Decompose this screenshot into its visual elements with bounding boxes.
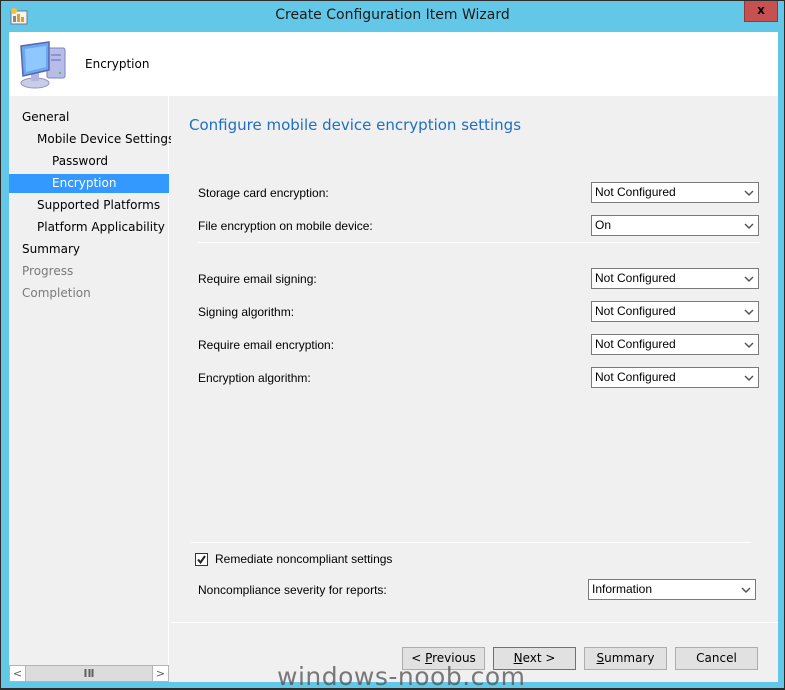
nav-item-general[interactable]: General xyxy=(9,108,169,127)
require-email-signing-label: Require email signing: xyxy=(198,272,317,286)
encryption-algorithm-label: Encryption algorithm: xyxy=(198,371,311,385)
chevron-down-icon xyxy=(741,587,751,594)
encryption-algorithm-select[interactable]: Not Configured xyxy=(591,367,759,388)
require-email-signing-select[interactable]: Not Configured xyxy=(591,268,759,289)
file-encryption-select[interactable]: On xyxy=(591,215,759,236)
select-value: Not Configured xyxy=(595,370,676,384)
signing-algorithm-select[interactable]: Not Configured xyxy=(591,301,759,322)
nav-item-encryption[interactable]: Encryption xyxy=(9,174,169,193)
select-value: Not Configured xyxy=(595,185,676,199)
wizard-header: Encryption xyxy=(9,32,778,96)
nav-item-mobile-device-settings[interactable]: Mobile Device Settings xyxy=(9,130,174,149)
severity-select[interactable]: Information xyxy=(588,579,756,600)
section-divider xyxy=(198,242,760,243)
wizard-nav: General Mobile Device Settings Password … xyxy=(9,96,174,682)
remediate-label[interactable]: Remediate noncompliant settings xyxy=(215,552,392,566)
scroll-right-icon[interactable]: > xyxy=(152,666,168,681)
chevron-down-icon xyxy=(744,190,754,197)
select-value: Not Configured xyxy=(595,271,676,285)
nav-horizontal-scrollbar[interactable]: < > xyxy=(9,665,169,682)
next-rest: ext > xyxy=(522,651,556,665)
nav-item-platform-applicability[interactable]: Platform Applicability xyxy=(9,218,169,237)
close-button[interactable]: x xyxy=(744,1,778,22)
chevron-down-icon xyxy=(744,309,754,316)
remediation-divider xyxy=(191,542,751,543)
footer-divider xyxy=(171,622,778,623)
require-email-encryption-label: Require email encryption: xyxy=(198,338,335,352)
summary-accel: S xyxy=(596,651,605,665)
summary-rest: ummary xyxy=(604,651,655,665)
step-title: Encryption xyxy=(85,57,150,71)
remediate-checkbox[interactable] xyxy=(195,553,208,566)
select-value: Information xyxy=(592,582,653,596)
select-value: Not Configured xyxy=(595,304,676,318)
signing-algorithm-label: Signing algorithm: xyxy=(198,305,295,319)
file-encryption-label: File encryption on mobile device: xyxy=(198,219,373,233)
chevron-down-icon xyxy=(744,223,754,230)
watermark: windows-noob.com xyxy=(277,662,526,690)
scroll-left-icon[interactable]: < xyxy=(10,666,26,681)
nav-item-password[interactable]: Password xyxy=(9,152,169,171)
storage-card-encryption-label: Storage card encryption: xyxy=(198,186,329,200)
chevron-down-icon xyxy=(744,276,754,283)
storage-card-encryption-select[interactable]: Not Configured xyxy=(591,182,759,203)
summary-button[interactable]: Summary xyxy=(584,647,667,670)
window-title: Create Configuration Item Wizard xyxy=(275,7,510,23)
nav-item-progress: Progress xyxy=(22,264,74,278)
nav-item-completion: Completion xyxy=(22,286,91,300)
cancel-button[interactable]: Cancel xyxy=(675,647,758,670)
select-value: Not Configured xyxy=(595,337,676,351)
require-email-encryption-select[interactable]: Not Configured xyxy=(591,334,759,355)
wizard-content: Configure mobile device encryption setti… xyxy=(171,96,778,682)
checkmark-icon xyxy=(197,555,206,565)
grip-icon xyxy=(84,669,94,677)
nav-item-summary[interactable]: Summary xyxy=(9,240,169,259)
page-heading: Configure mobile device encryption setti… xyxy=(189,116,522,134)
wizard-window: Create Configuration Item Wizard x Encry… xyxy=(0,0,785,690)
select-value: On xyxy=(595,218,612,232)
title-bar[interactable]: Create Configuration Item Wizard x xyxy=(1,1,784,32)
nav-item-supported-platforms[interactable]: Supported Platforms xyxy=(9,196,169,215)
close-icon: x xyxy=(757,3,765,17)
chevron-down-icon xyxy=(744,342,754,349)
wizard-client: Encryption General Mobile Device Setting… xyxy=(9,32,778,682)
severity-label: Noncompliance severity for reports: xyxy=(198,583,387,597)
computer-icon xyxy=(20,41,66,89)
chevron-down-icon xyxy=(744,375,754,382)
scrollbar-thumb[interactable] xyxy=(27,666,151,681)
